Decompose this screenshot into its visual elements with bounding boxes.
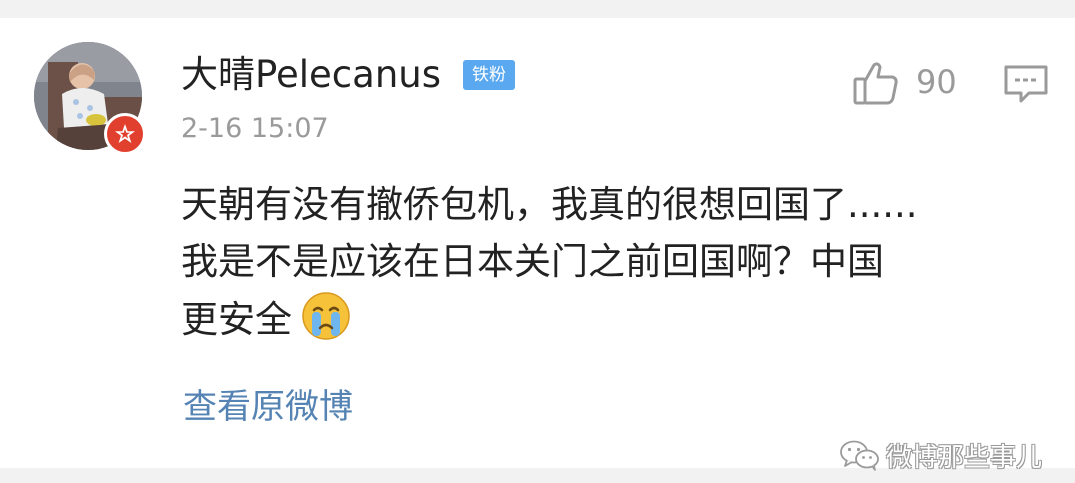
watermark: 微博那些事儿 <box>838 438 1043 473</box>
comment-card: 大晴Pelecanus 铁粉 2-16 15:07 90 天朝有没有撤侨包机，我… <box>0 18 1075 473</box>
comment-icon[interactable] <box>1003 64 1049 104</box>
wechat-icon <box>840 440 879 471</box>
like-count: 90 <box>916 63 957 101</box>
username[interactable]: 大晴Pelecanus <box>181 56 441 93</box>
comment-time: 2-16 15:07 <box>181 113 329 144</box>
comment-content: 天朝有没有撤侨包机，我真的很想回国了...... 我是不是应该在日本关门之前回国… <box>181 176 1031 348</box>
content-line: 更安全 <box>181 290 1031 348</box>
content-line: 天朝有没有撤侨包机，我真的很想回国了...... <box>181 183 918 226</box>
view-original-link[interactable]: 查看原微博 <box>183 390 353 424</box>
thumbs-up-icon[interactable] <box>852 60 900 106</box>
content-line-text: 更安全 <box>181 298 292 341</box>
verified-star-icon <box>104 113 146 155</box>
watermark-text: 微博那些事儿 <box>886 442 1043 473</box>
fan-badge: 铁粉 <box>463 60 515 90</box>
crying-face-icon <box>300 290 352 342</box>
content-line: 我是不是应该在日本关门之前回国啊？中国 <box>181 240 884 283</box>
